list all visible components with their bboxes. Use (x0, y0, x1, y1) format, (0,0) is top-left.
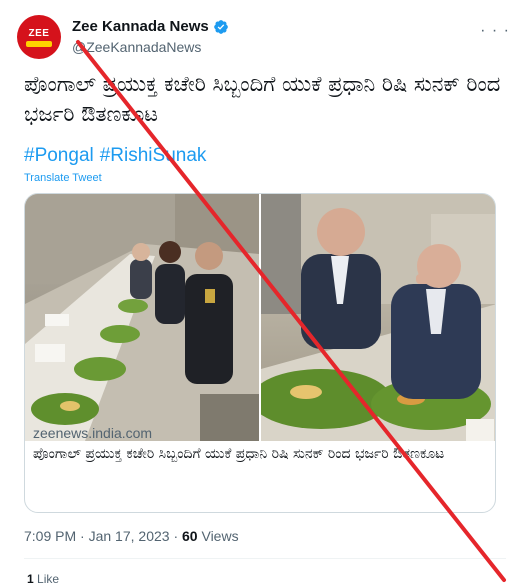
hashtag-pongal[interactable]: #Pongal (24, 145, 94, 166)
meta-separator: · (80, 528, 85, 544)
link-card[interactable]: zeenews.india.com ಪೊಂಗಾಲ್ ಪ್ರಯುಕ್ತ ಕಚೇರಿ… (24, 193, 496, 513)
tweet-date[interactable]: Jan 17, 2023 (89, 528, 170, 544)
account-name-row[interactable]: Zee Kannada News (72, 18, 229, 35)
divider (24, 558, 506, 559)
card-photo-right[interactable] (261, 194, 495, 441)
account-name[interactable]: Zee Kannada News (72, 18, 209, 35)
more-options-icon[interactable]: · · · (480, 22, 510, 40)
card-media[interactable] (25, 194, 495, 441)
banquet-photo-left (25, 194, 259, 441)
card-photo-left[interactable] (25, 194, 259, 441)
meta-separator: · (173, 528, 179, 544)
hashtags: #Pongal #RishiSunak (24, 145, 212, 167)
likes-count-link[interactable]: 1 Like (27, 572, 59, 586)
account-handle[interactable]: @ZeeKannadaNews (72, 39, 201, 55)
likes-label: Like (37, 572, 60, 586)
avatar[interactable]: ZEE (17, 15, 61, 59)
card-domain[interactable]: zeenews.india.com (33, 425, 152, 441)
views-count: 60 (182, 528, 198, 544)
tweet-meta: 7:09 PM · Jan 17, 2023 · 60 Views (24, 528, 239, 544)
translate-tweet-link[interactable]: Translate Tweet (24, 172, 102, 184)
likes-count: 1 (27, 572, 34, 586)
tweet-text: ಪೊಂಗಾಲ್ ಪ್ರಯುಕ್ತ ಕಚೇರಿ ಸಿಬ್ಬಂದಿಗೆ ಯುಕೆ ಪ… (24, 72, 501, 126)
banquet-photo-right (261, 194, 495, 441)
tweet-container: ZEE Zee Kannada News @ZeeKannadaNews · ·… (0, 0, 530, 587)
card-title[interactable]: ಪೊಂಗಾಲ್ ಪ್ರಯುಕ್ತ ಕಚೇರಿ ಸಿಬ್ಬಂದಿಗೆ ಯುಕೆ ಪ… (33, 444, 488, 464)
views-label: Views (201, 528, 239, 544)
avatar-logo-bar (26, 40, 52, 47)
tweet-time[interactable]: 7:09 PM (24, 528, 76, 544)
hashtag-rishisunak[interactable]: #RishiSunak (100, 145, 207, 166)
avatar-logo-text: ZEE (28, 27, 50, 39)
verified-badge-icon (213, 19, 228, 34)
